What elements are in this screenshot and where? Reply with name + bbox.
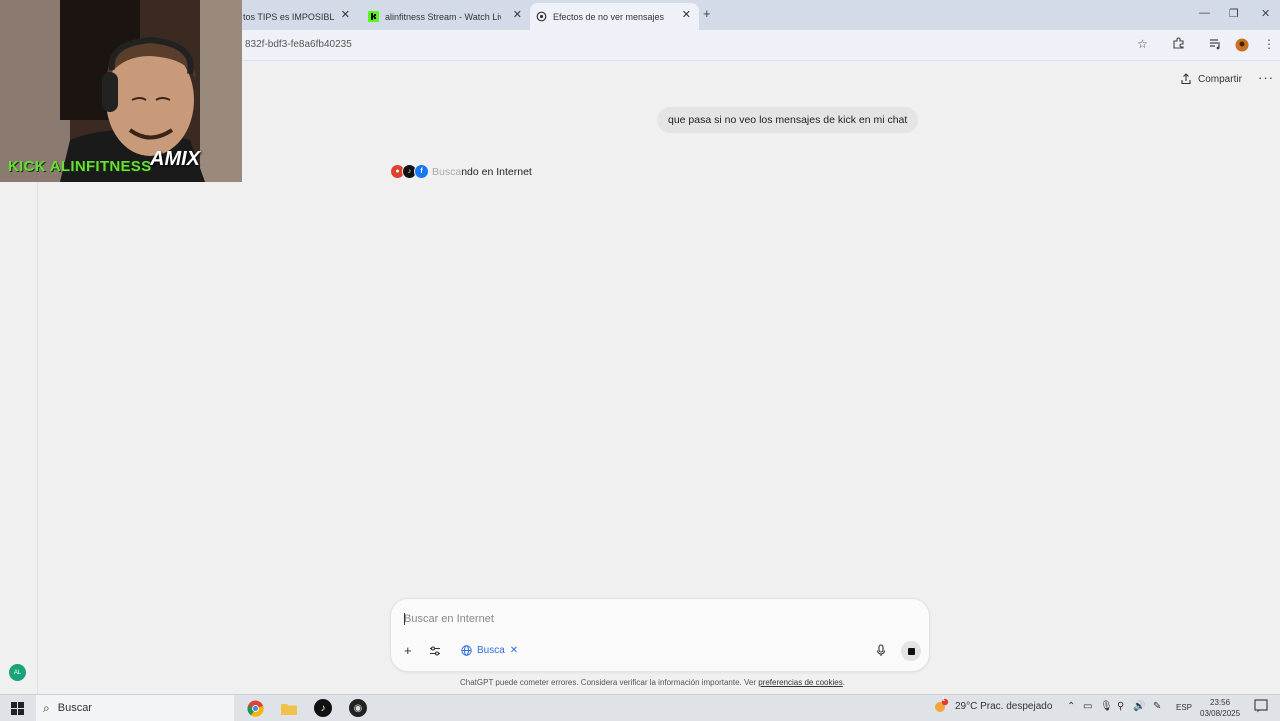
language-indicator[interactable]: ESP [1176, 703, 1192, 712]
close-icon[interactable]: ✕ [341, 8, 350, 21]
search-status: ● ♪ f Buscando en Internet [390, 164, 532, 179]
close-window-icon[interactable]: ✕ [1261, 7, 1270, 20]
more-options-icon[interactable]: ··· [1258, 70, 1274, 85]
user-message-bubble: que pasa si no veo los mensajes de kick … [657, 107, 919, 133]
tools-icon[interactable] [429, 645, 441, 660]
user-avatar[interactable]: AL [9, 664, 26, 681]
new-tab-button[interactable]: + [703, 6, 711, 21]
network-icon[interactable]: ▭ [1083, 701, 1092, 712]
chip-label: Busca [477, 645, 505, 656]
weather-alert-badge: 1 [942, 697, 946, 703]
tab-chatgpt[interactable]: Efectos de no ver mensajes ✕ [530, 3, 699, 30]
tab-label: alinfitness Stream - Watch Live [385, 11, 501, 22]
file-explorer-icon[interactable] [280, 699, 298, 717]
tray-chevron-icon[interactable]: ⌃ [1067, 701, 1075, 712]
facebook-icon: f [414, 164, 429, 179]
media-controls-icon[interactable] [1209, 37, 1222, 53]
remove-chip-icon[interactable]: ✕ [510, 645, 518, 656]
taskbar-clock[interactable]: 23:56 03/08/2025 [1200, 697, 1240, 719]
bookmark-star-icon[interactable]: ☆ [1137, 37, 1148, 51]
address-bar-url[interactable]: 832f-bdf3-fe8a6fb40235 [245, 39, 352, 50]
stop-generating-button[interactable] [901, 641, 921, 661]
microphone-icon[interactable] [876, 644, 886, 660]
browser-menu-icon[interactable]: ⋮ [1263, 37, 1275, 51]
message-composer[interactable]: Buscar en Internet + Busca ✕ [390, 598, 930, 672]
sponsor-logo: AMIX [150, 148, 200, 170]
close-icon[interactable]: ✕ [682, 8, 691, 21]
streamer-channel-name: KICK ALINFITNESS [8, 158, 152, 175]
close-icon[interactable]: ✕ [513, 8, 522, 21]
search-icon: ⌕ [43, 700, 50, 715]
composer-input[interactable]: Buscar en Internet [404, 613, 494, 625]
share-button[interactable]: Compartir [1180, 73, 1242, 85]
windows-taskbar: ⌕ Buscar ♪ ◉ 1 29°C Prac. despejado ⌃ ▭ … [0, 694, 1280, 721]
share-label: Compartir [1198, 73, 1242, 85]
usb-icon[interactable]: ⚲ [1117, 701, 1124, 712]
search-tool-chip[interactable]: Busca ✕ [461, 645, 518, 656]
clock-date: 03/08/2025 [1200, 709, 1241, 718]
taskbar-search[interactable]: ⌕ Buscar [36, 695, 234, 721]
tab-tips[interactable]: tos TIPS es IMPOSIBLE f... ✕ [243, 3, 358, 30]
pen-icon[interactable]: ✎ [1153, 701, 1161, 712]
source-icons: ● ♪ f [390, 164, 429, 179]
globe-icon [461, 645, 472, 656]
chrome-icon[interactable] [246, 699, 264, 717]
kick-logo-icon [368, 11, 379, 22]
obs-icon[interactable]: ◉ [349, 699, 367, 717]
weather-label[interactable]: 29°C Prac. despejado [955, 701, 1052, 712]
add-attachment-icon[interactable]: + [404, 643, 412, 658]
disclaimer: ChatGPT puede cometer errores. Considera… [460, 678, 845, 687]
clock-time: 23:56 [1210, 698, 1231, 707]
windows-start-icon[interactable] [8, 699, 26, 717]
volume-icon[interactable]: 🔊 [1133, 701, 1145, 712]
taskbar-search-label: Buscar [57, 702, 92, 714]
text-caret [404, 613, 405, 625]
webcam-overlay: KICK ALINFITNESS AMIX [0, 0, 242, 182]
user-message-text: que pasa si no veo los mensajes de kick … [668, 114, 908, 126]
tab-label: Efectos de no ver mensajes [553, 11, 665, 22]
tiktok-app-icon[interactable]: ♪ [314, 699, 332, 717]
minimize-icon[interactable]: — [1199, 7, 1210, 19]
restore-icon[interactable]: ❐ [1229, 7, 1239, 20]
searching-label: Buscando en Internet [432, 165, 532, 178]
tab-kick-stream[interactable]: alinfitness Stream - Watch Live ✕ [364, 3, 530, 30]
streamer-webcam-image [0, 0, 242, 182]
share-icon [1181, 73, 1191, 85]
mic-tray-icon[interactable]: 🎙 [1100, 701, 1113, 712]
weather-icon[interactable] [933, 698, 949, 717]
stop-icon [907, 647, 915, 655]
chatgpt-logo-icon [536, 11, 547, 22]
notifications-icon[interactable] [1254, 699, 1268, 716]
extensions-icon[interactable] [1172, 37, 1185, 53]
tab-label: tos TIPS es IMPOSIBLE f... [243, 11, 335, 22]
cookie-preferences-link[interactable]: preferencias de cookies [758, 678, 843, 687]
profile-avatar[interactable] [1235, 38, 1249, 55]
